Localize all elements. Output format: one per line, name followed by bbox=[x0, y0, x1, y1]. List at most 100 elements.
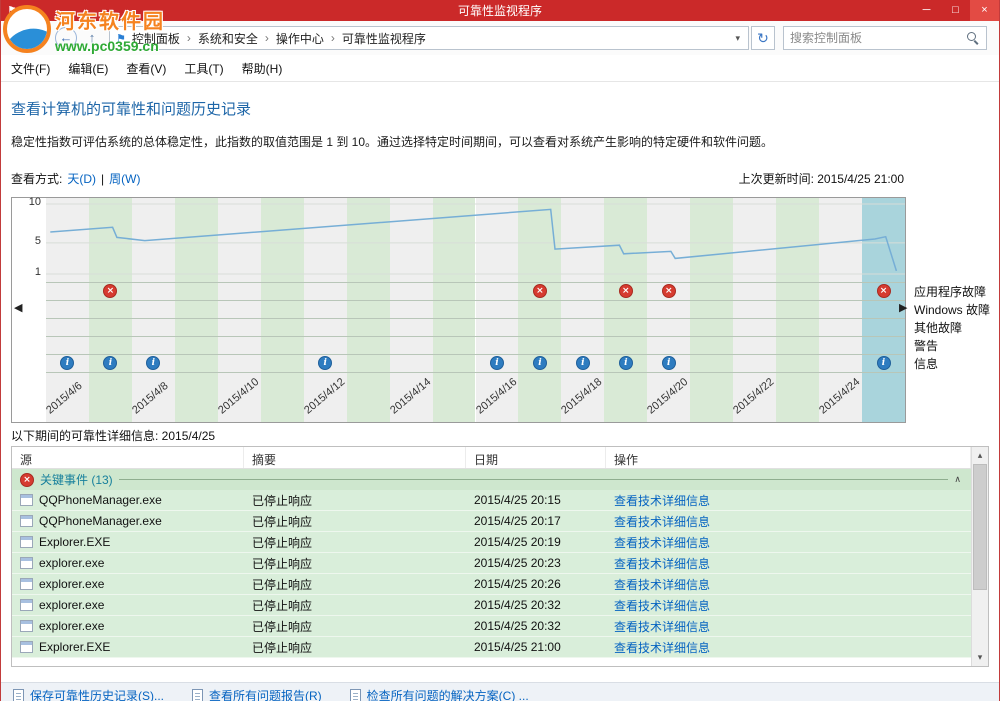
table-row[interactable]: explorer.exe已停止响应2015/4/25 20:23查看技术详细信息 bbox=[12, 553, 971, 574]
reliability-chart-section: ◀ 1051 ×××××iiiiiiiiii2015/4/62015/4/820… bbox=[11, 197, 999, 423]
breadcrumb-item[interactable]: 操作中心 bbox=[274, 30, 326, 47]
cell-date: 2015/4/25 20:32 bbox=[466, 598, 606, 612]
check-solutions-link[interactable]: 检查所有问题的解决方案(C) ... bbox=[367, 687, 529, 701]
info-event-icon[interactable]: i bbox=[533, 356, 547, 370]
error-event-icon[interactable]: × bbox=[662, 284, 676, 298]
column-header-date[interactable]: 日期 bbox=[466, 447, 606, 468]
cell-source: explorer.exe bbox=[12, 598, 244, 612]
menu-item[interactable]: 查看(V) bbox=[126, 60, 166, 77]
view-technical-details-link[interactable]: 查看技术详细信息 bbox=[614, 534, 710, 551]
chart-row-label: 信息 bbox=[914, 355, 938, 372]
chart-plot-area: ×××××iiiiiiiiii2015/4/62015/4/82015/4/10… bbox=[46, 198, 905, 422]
view-problem-reports-link[interactable]: 查看所有问题报告(R) bbox=[209, 687, 322, 701]
table-scrollbar[interactable]: ▴ ▾ bbox=[971, 447, 988, 666]
cell-action: 查看技术详细信息 bbox=[606, 555, 971, 572]
group-row-critical-events[interactable]: × 关键事件 (13) ∧ bbox=[12, 469, 971, 490]
scrollbar-thumb[interactable] bbox=[973, 464, 987, 590]
scroll-up-icon[interactable]: ▴ bbox=[972, 447, 988, 464]
error-event-icon[interactable]: × bbox=[877, 284, 891, 298]
info-event-icon[interactable]: i bbox=[619, 356, 633, 370]
scrollbar-track[interactable] bbox=[972, 464, 988, 649]
application-icon bbox=[20, 557, 33, 569]
application-icon bbox=[20, 494, 33, 506]
menu-bar: 文件(F) 编辑(E) 查看(V) 工具(T) 帮助(H) bbox=[1, 55, 999, 82]
cell-source: Explorer.EXE bbox=[12, 640, 244, 654]
menu-item[interactable]: 文件(F) bbox=[11, 60, 50, 77]
details-table: 源摘要日期操作 × 关键事件 (13) ∧ QQPhoneManager.exe… bbox=[11, 446, 989, 667]
table-row[interactable]: QQPhoneManager.exe已停止响应2015/4/25 20:15查看… bbox=[12, 490, 971, 511]
table-row[interactable]: Explorer.EXE已停止响应2015/4/25 20:19查看技术详细信息 bbox=[12, 532, 971, 553]
view-technical-details-link[interactable]: 查看技术详细信息 bbox=[614, 618, 710, 635]
save-history-link[interactable]: 保存可靠性历史记录(S)... bbox=[30, 687, 164, 701]
cell-action: 查看技术详细信息 bbox=[606, 618, 971, 635]
close-button[interactable]: × bbox=[970, 0, 999, 21]
cell-date: 2015/4/25 20:17 bbox=[466, 514, 606, 528]
chart-grid-line bbox=[46, 318, 905, 319]
view-days-link[interactable]: 天(D) bbox=[67, 170, 96, 187]
address-bar[interactable]: ⚑ 控制面板›系统和安全›操作中心›可靠性监视程序 ▾ bbox=[109, 26, 749, 50]
chart-grid-line bbox=[46, 336, 905, 337]
reliability-monitor-window: ⚑ 可靠性监视程序 ─ □ × ← ↑ ⚑ 控制面板›系统和安全›操作中心›可靠… bbox=[0, 0, 1000, 701]
view-weeks-link[interactable]: 周(W) bbox=[109, 170, 140, 187]
breadcrumb-separator: › bbox=[187, 31, 191, 45]
description: 稳定性指数可评估系统的总体稳定性，此指数的取值范围是 1 到 10。通过选择特定… bbox=[11, 133, 979, 150]
column-header-source[interactable]: 源 bbox=[12, 447, 244, 468]
search-input[interactable] bbox=[790, 31, 966, 45]
view-technical-details-link[interactable]: 查看技术详细信息 bbox=[614, 639, 710, 656]
view-technical-details-link[interactable]: 查看技术详细信息 bbox=[614, 492, 710, 509]
info-event-icon[interactable]: i bbox=[662, 356, 676, 370]
column-header-summary[interactable]: 摘要 bbox=[244, 447, 466, 468]
chart-scroll-right-icon[interactable]: ▶ bbox=[899, 301, 907, 314]
chart-row-label: 应用程序故障 bbox=[914, 283, 986, 300]
menu-item[interactable]: 编辑(E) bbox=[68, 60, 108, 77]
menu-item[interactable]: 帮助(H) bbox=[242, 60, 283, 77]
cell-date: 2015/4/25 20:15 bbox=[466, 493, 606, 507]
document-icon bbox=[192, 689, 203, 701]
search-box[interactable] bbox=[783, 26, 987, 50]
view-technical-details-link[interactable]: 查看技术详细信息 bbox=[614, 597, 710, 614]
view-options-row: 查看方式: 天(D) | 周(W) 上次更新时间: 2015/4/25 21:0… bbox=[11, 170, 904, 187]
view-technical-details-link[interactable]: 查看技术详细信息 bbox=[614, 576, 710, 593]
breadcrumb-item[interactable]: 可靠性监视程序 bbox=[340, 30, 428, 47]
cell-source: QQPhoneManager.exe bbox=[12, 493, 244, 507]
breadcrumb-dropdown-icon[interactable]: ▾ bbox=[731, 33, 744, 44]
chart-grid-line bbox=[46, 282, 905, 283]
document-icon bbox=[350, 689, 361, 701]
view-technical-details-link[interactable]: 查看技术详细信息 bbox=[614, 555, 710, 572]
maximize-button[interactable]: □ bbox=[941, 0, 970, 21]
minimize-button[interactable]: ─ bbox=[912, 0, 941, 21]
reliability-chart: 1051 ×××××iiiiiiiiii2015/4/62015/4/82015… bbox=[11, 197, 906, 423]
error-event-icon[interactable]: × bbox=[533, 284, 547, 298]
table-row[interactable]: explorer.exe已停止响应2015/4/25 20:32查看技术详细信息 bbox=[12, 616, 971, 637]
chart-row-label: 其他故障 bbox=[914, 319, 962, 336]
view-by-label: 查看方式: bbox=[11, 170, 62, 187]
menu-item[interactable]: 工具(T) bbox=[184, 60, 223, 77]
search-icon[interactable] bbox=[966, 31, 980, 45]
info-event-icon[interactable]: i bbox=[877, 356, 891, 370]
group-label: 关键事件 (13) bbox=[40, 471, 113, 488]
cell-summary: 已停止响应 bbox=[244, 555, 466, 572]
breadcrumb-item[interactable]: 系统和安全 bbox=[196, 30, 260, 47]
collapse-group-icon[interactable]: ∧ bbox=[954, 474, 963, 485]
chart-grid-line bbox=[46, 372, 905, 373]
application-icon bbox=[20, 641, 33, 653]
cell-date: 2015/4/25 20:19 bbox=[466, 535, 606, 549]
table-row[interactable]: explorer.exe已停止响应2015/4/25 20:32查看技术详细信息 bbox=[12, 595, 971, 616]
cell-date: 2015/4/25 21:00 bbox=[466, 640, 606, 654]
refresh-button[interactable]: ↻ bbox=[751, 26, 775, 50]
column-header-action[interactable]: 操作 bbox=[606, 447, 971, 468]
view-technical-details-link[interactable]: 查看技术详细信息 bbox=[614, 513, 710, 530]
info-event-icon[interactable]: i bbox=[576, 356, 590, 370]
info-event-icon[interactable]: i bbox=[490, 356, 504, 370]
breadcrumb-separator: › bbox=[331, 31, 335, 45]
cell-date: 2015/4/25 20:32 bbox=[466, 619, 606, 633]
table-row[interactable]: explorer.exe已停止响应2015/4/25 20:26查看技术详细信息 bbox=[12, 574, 971, 595]
scroll-down-icon[interactable]: ▾ bbox=[972, 649, 988, 666]
details-table-main: 源摘要日期操作 × 关键事件 (13) ∧ QQPhoneManager.exe… bbox=[12, 447, 971, 666]
page-title: 查看计算机的可靠性和问题历史记录 bbox=[11, 98, 989, 119]
error-event-icon[interactable]: × bbox=[619, 284, 633, 298]
table-row[interactable]: QQPhoneManager.exe已停止响应2015/4/25 20:17查看… bbox=[12, 511, 971, 532]
table-row[interactable]: Explorer.EXE已停止响应2015/4/25 21:00查看技术详细信息 bbox=[12, 637, 971, 658]
application-icon bbox=[20, 536, 33, 548]
chart-scroll-left-icon[interactable]: ◀ bbox=[14, 301, 22, 314]
